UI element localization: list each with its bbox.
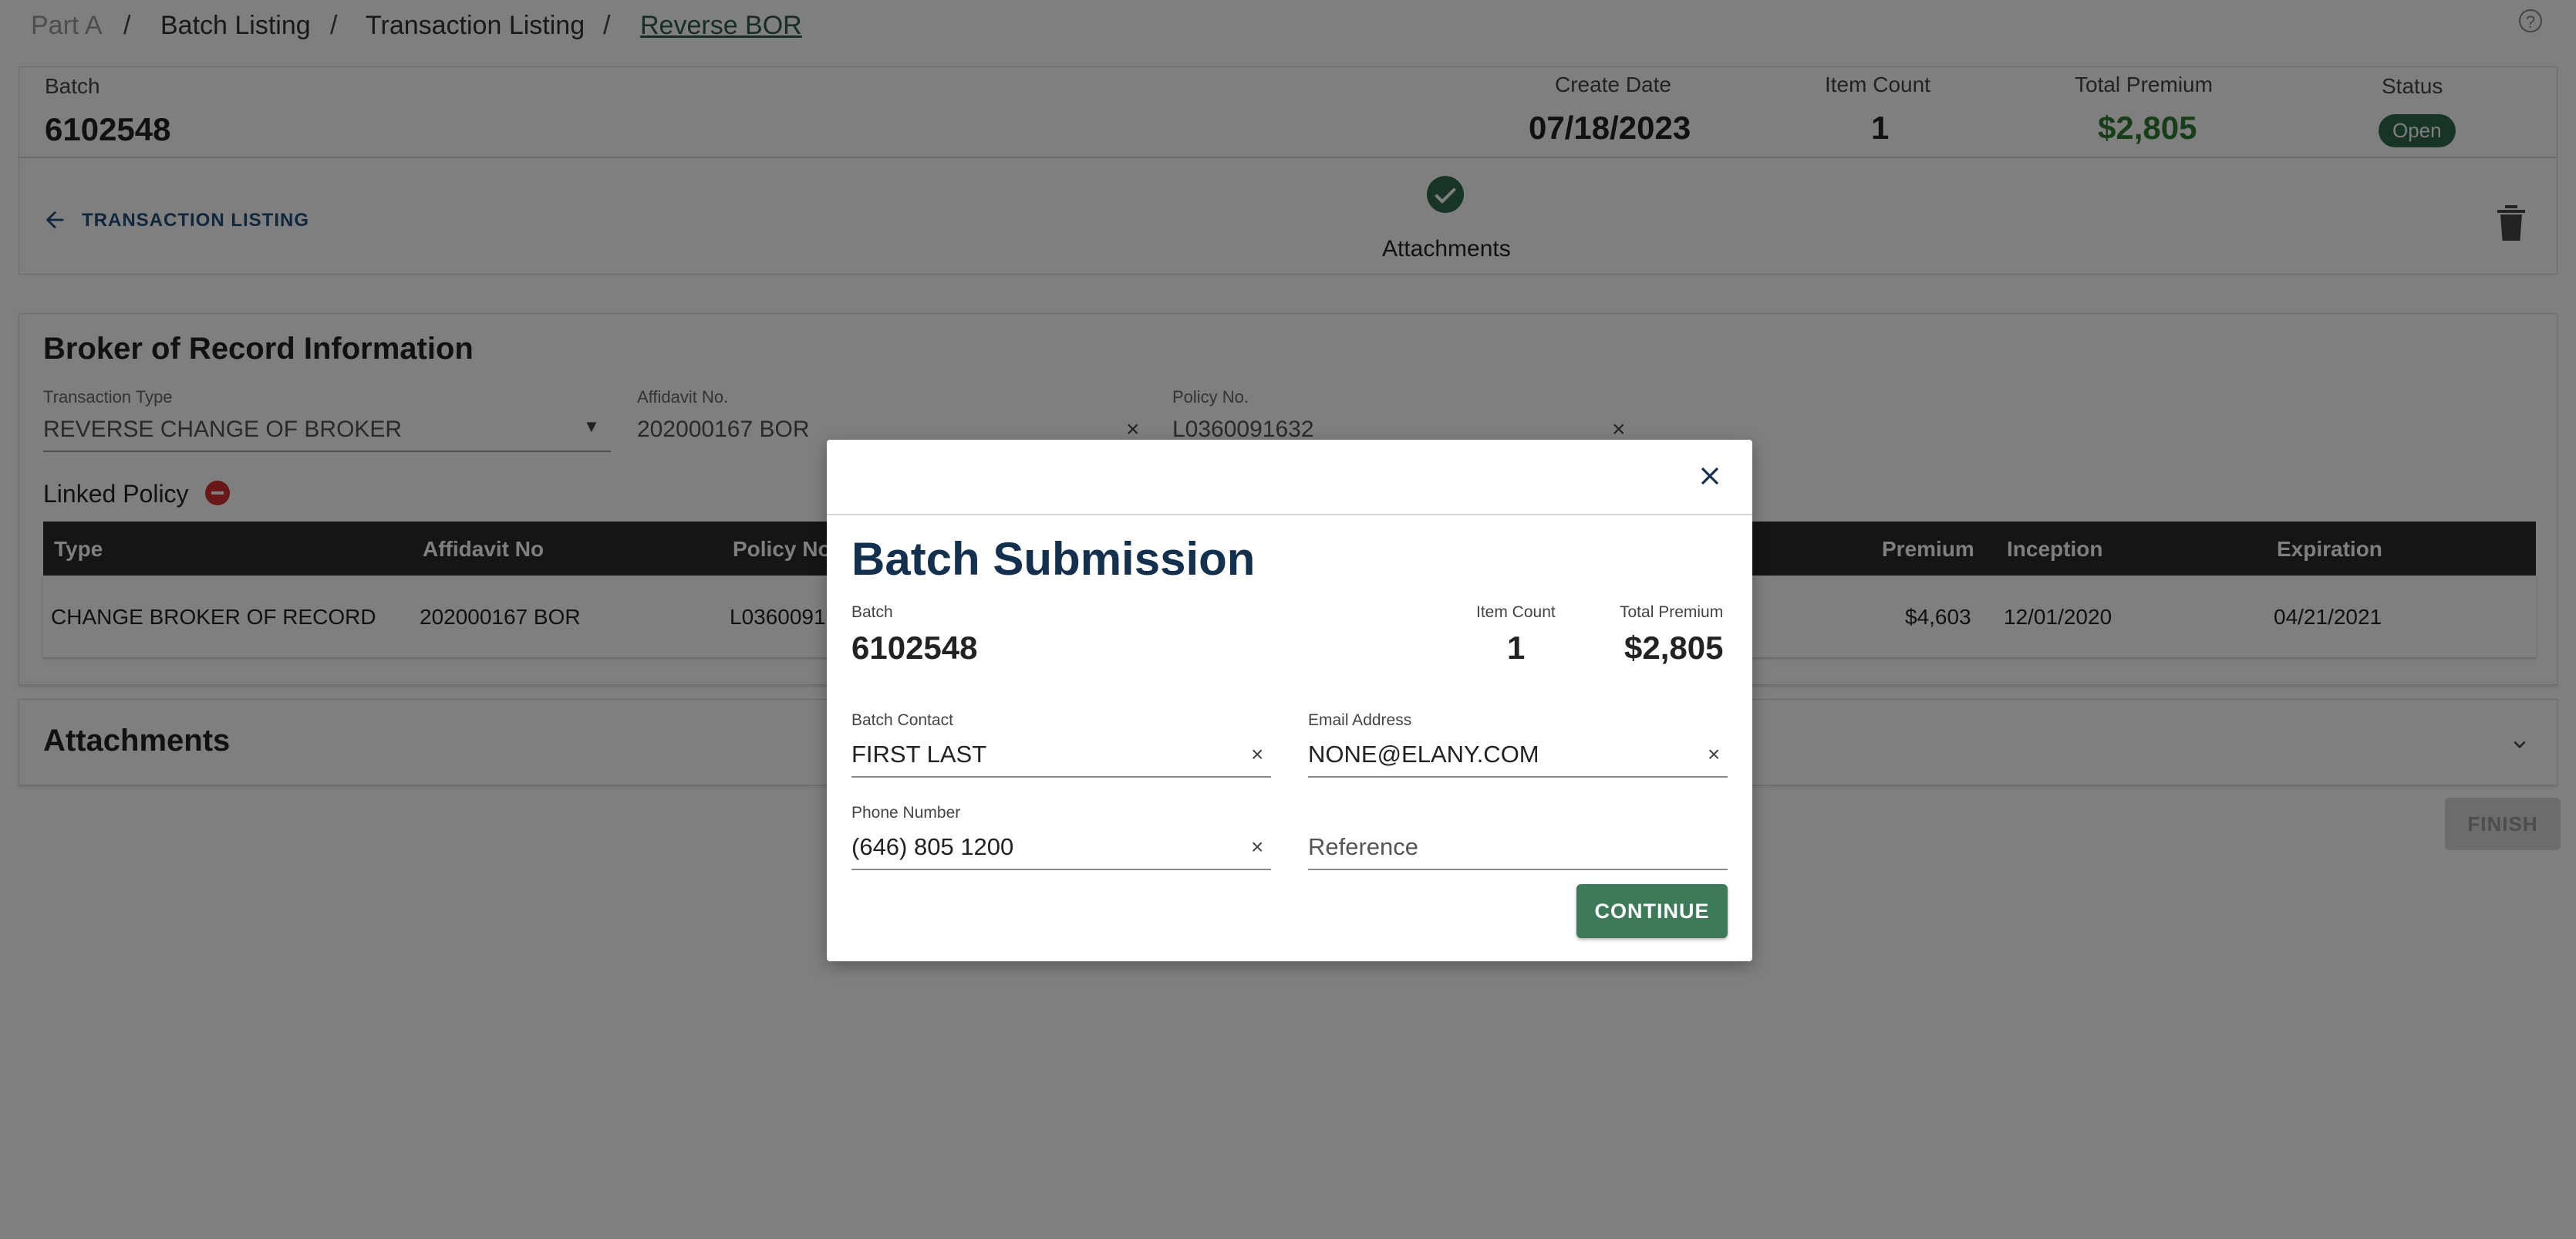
email-label: Email Address [1308, 711, 1412, 729]
clear-icon[interactable]: × [1251, 835, 1263, 859]
email-field[interactable]: NONE@ELANY.COM [1308, 741, 1539, 768]
phone-label: Phone Number [851, 804, 961, 822]
continue-button[interactable]: CONTINUE [1576, 884, 1728, 938]
modal-total-premium-label: Total Premium [1620, 603, 1724, 621]
close-icon[interactable] [1695, 461, 1725, 495]
modal-batch-label: Batch [851, 603, 893, 621]
modal-total-premium-value: $2,805 [1624, 630, 1724, 666]
batch-submission-dialog: Batch Submission Batch 6102548 Item Coun… [827, 440, 1752, 961]
phone-field[interactable]: (646) 805 1200 [851, 833, 1013, 861]
field-underline [851, 869, 1271, 870]
modal-item-count-label: Item Count [1476, 603, 1556, 621]
reference-field[interactable]: Reference [1308, 833, 1418, 861]
batch-contact-label: Batch Contact [851, 711, 953, 729]
modal-item-count-value: 1 [1507, 630, 1526, 666]
field-underline [1308, 776, 1728, 778]
divider [827, 514, 1752, 515]
clear-icon[interactable]: × [1251, 742, 1263, 767]
clear-icon[interactable]: × [1708, 742, 1720, 767]
field-underline [1308, 869, 1728, 870]
batch-contact-input[interactable]: FIRST LAST [851, 741, 986, 768]
modal-batch-value: 6102548 [851, 630, 978, 666]
field-underline [851, 776, 1271, 778]
modal-title: Batch Submission [851, 533, 1256, 585]
